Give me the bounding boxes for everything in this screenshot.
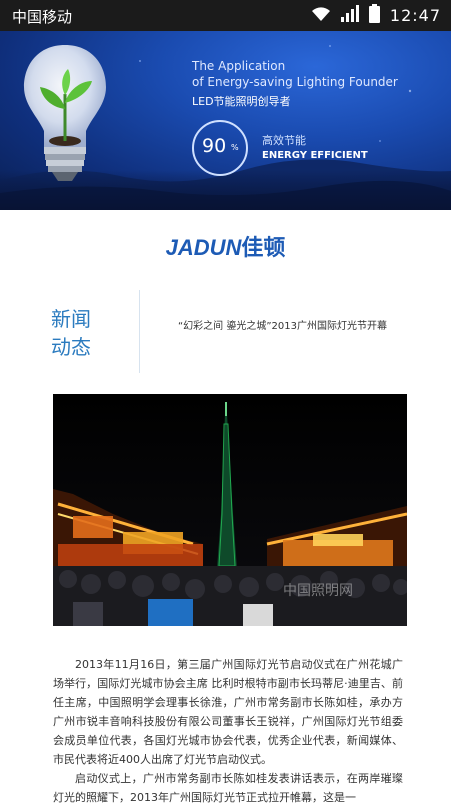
wifi-icon — [311, 6, 331, 26]
section-divider — [139, 290, 140, 373]
efficiency-label-en: ENERGY EFFICIENT — [262, 150, 368, 161]
lightbulb-plant-icon — [24, 45, 106, 181]
carrier-label: 中国移动 — [12, 8, 73, 26]
status-bar: 中国移动 12:47 — [0, 0, 451, 31]
article-paragraph: 启动仪式上，广州市常务副市长陈如桂发表讲话表示，在两岸璀璨灯光的照耀下，2013… — [53, 772, 403, 804]
photo-watermark: 中国照明网 — [283, 583, 353, 599]
section-title: 新闻 动态 — [51, 305, 111, 361]
signal-icon — [340, 5, 359, 26]
logo-cn: 佳顿 — [241, 236, 286, 261]
news-headline[interactable]: “幻彩之间 鎏光之城”2013广州国际灯光节开幕 — [178, 317, 387, 332]
article-paragraph: 2013年11月16日，第三届广州国际灯光节启动仪式在广州花城广场举行，国际灯光… — [53, 658, 403, 766]
banner-title-line1: The Application — [192, 59, 286, 73]
news-photo[interactable]: 中国照明网 — [53, 394, 407, 626]
efficiency-percent-sign: % — [231, 143, 239, 152]
brand-logo: JADUN佳顿 — [0, 230, 451, 262]
status-icons: 12:47 — [311, 4, 441, 27]
clock: 12:47 — [389, 6, 441, 25]
efficiency-percent: 90 — [202, 135, 227, 157]
battery-icon — [368, 4, 380, 27]
logo-en: JADUN — [165, 235, 242, 260]
night-festival-image — [53, 394, 407, 626]
efficiency-label-cn: 高效节能 — [262, 134, 306, 147]
hero-banner[interactable]: The Application of Energy-saving Lightin… — [0, 31, 451, 210]
banner-title-line2: of Energy-saving Lighting Founder — [192, 75, 398, 89]
section-title-line2: 动态 — [51, 335, 91, 359]
article-body: 2013年11月16日，第三届广州国际灯光节启动仪式在广州花城广场举行，国际灯光… — [53, 655, 403, 807]
banner-subtitle: LED节能照明创导者 — [192, 95, 291, 108]
section-title-line1: 新闻 — [51, 307, 91, 331]
